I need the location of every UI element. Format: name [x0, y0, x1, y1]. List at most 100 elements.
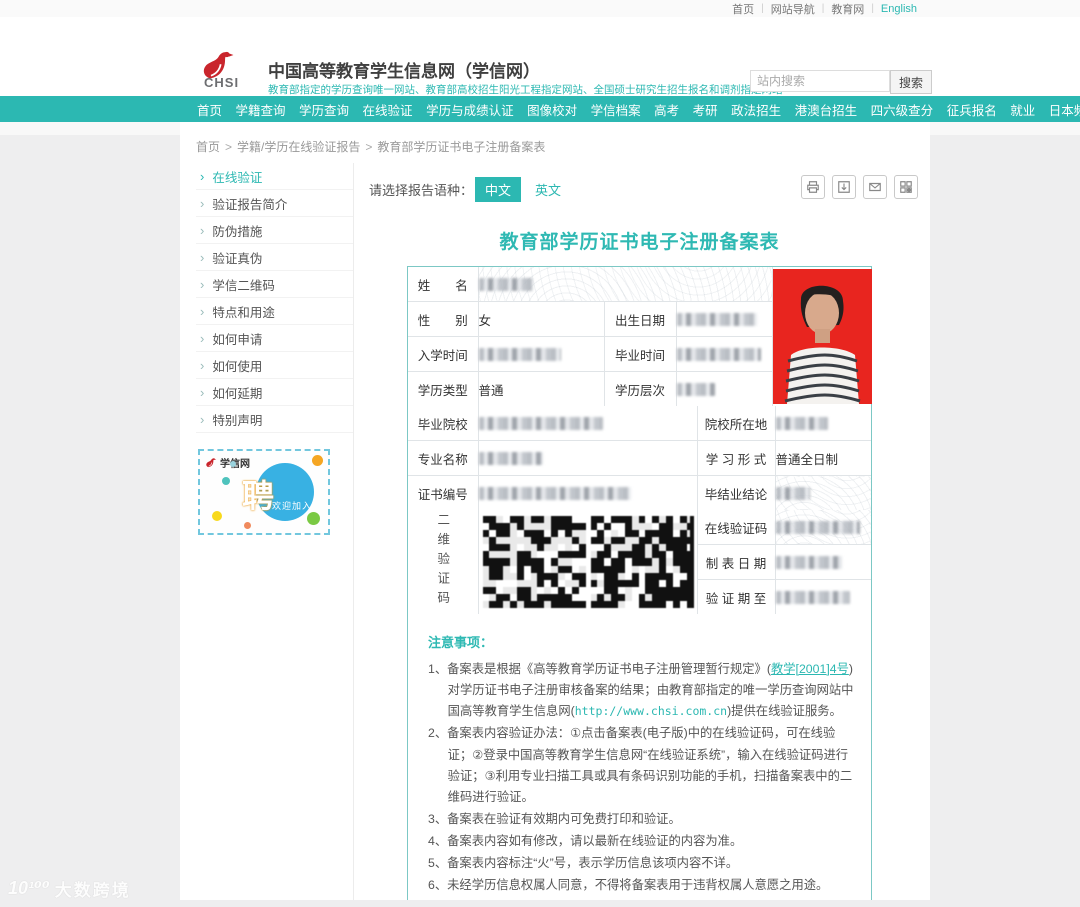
nav-item[interactable]: 考研 — [693, 100, 718, 119]
qr-module — [611, 537, 618, 545]
qr-module — [516, 551, 524, 559]
note-url[interactable]: http://www.chsi.com.cn — [575, 704, 727, 718]
nav-item[interactable]: 高考 — [654, 100, 679, 119]
topbar-link[interactable]: 首页 — [732, 1, 754, 17]
qr-module — [530, 551, 538, 559]
qr-module — [509, 558, 517, 566]
recruit-banner[interactable]: 学信网 聘 欢迎加入 — [198, 449, 330, 535]
nav-item[interactable]: 学信档案 — [591, 100, 641, 119]
sidebar-item[interactable]: › 如何申请 — [196, 325, 353, 352]
breadcrumb-item[interactable]: 学籍/学历在线验证报告 — [237, 140, 360, 154]
nav-item[interactable]: 在线验证 — [363, 100, 413, 119]
nav-item[interactable]: 就业 — [1010, 100, 1035, 119]
nav-item[interactable]: 政法招生 — [731, 100, 781, 119]
qr-module — [679, 544, 687, 552]
qr-module — [666, 565, 673, 573]
field-value-conclusion — [774, 475, 872, 511]
field-value-edu-type: 普通 — [477, 371, 605, 407]
qr-module — [638, 530, 646, 538]
lang-tab-english[interactable]: 英文 — [535, 180, 561, 199]
nav-item[interactable]: 图像校对 — [527, 100, 577, 119]
content-panel: 首页 > 学籍/学历在线验证报告 > 教育部学历证书电子注册备案表 › 在线验证 › 验证报告… — [180, 122, 930, 900]
qr-module — [624, 558, 632, 566]
search-input[interactable] — [750, 70, 890, 92]
qr-module — [509, 551, 517, 559]
sidebar-item[interactable]: › 如何使用 — [196, 352, 353, 379]
field-label-valid-until: 验 证 期 至 — [696, 579, 776, 615]
qr-module — [578, 544, 586, 552]
qr-module — [631, 593, 639, 601]
qr-module — [544, 600, 552, 608]
qr-module — [537, 579, 545, 587]
sidebar-item[interactable]: › 在线验证 — [196, 163, 353, 190]
note-link[interactable]: 教学[2001]4号 — [771, 662, 849, 676]
qr-module — [516, 579, 524, 587]
qr-module — [652, 530, 660, 538]
qr-module — [638, 537, 646, 545]
qr-module — [652, 600, 660, 608]
breadcrumb-item[interactable]: 首页 — [196, 140, 220, 154]
qr-module — [571, 579, 579, 587]
sidebar: › 在线验证 › 验证报告简介 › 防伪措施 › 验证真伪 › 学信二维码 › 特点和用途 › 如何申请 ›… — [180, 163, 354, 900]
qr-module — [571, 516, 579, 524]
qr-module — [645, 572, 653, 580]
qrcode-icon[interactable] — [894, 175, 918, 199]
note-item: 6、未经学历信息权属人同意，不得将备案表用于违背权属人意愿之用途。 — [428, 875, 855, 896]
qr-module — [516, 523, 524, 531]
qr-module — [617, 551, 625, 559]
site-header: CHSI 中国高等教育学生信息网（学信网） 教育部指定的学历查询唯一网站、教育部… — [0, 17, 1080, 96]
sidebar-item[interactable]: › 特别声明 — [196, 406, 353, 433]
qr-module — [659, 551, 667, 559]
nav-item[interactable]: 学历与成绩认证 — [426, 100, 514, 119]
lang-tab-chinese[interactable]: 中文 — [475, 176, 522, 202]
nav-item[interactable]: 四六级查分 — [871, 100, 934, 119]
nav-item[interactable]: 首页 — [197, 100, 222, 119]
topbar-link[interactable]: 教育网 — [831, 1, 864, 17]
qr-module — [604, 530, 612, 538]
sidebar-item[interactable]: › 学信二维码 — [196, 271, 353, 298]
nav-item[interactable]: 学历查询 — [299, 100, 349, 119]
note-text: 1、备案表是根据《高等教育学历证书电子注册管理暂行规定》( — [428, 662, 771, 676]
qr-module — [666, 530, 673, 538]
qr-module — [482, 572, 490, 580]
download-icon[interactable] — [832, 175, 856, 199]
qr-module — [482, 565, 490, 573]
sidebar-item[interactable]: › 如何延期 — [196, 379, 353, 406]
qr-module — [611, 565, 618, 573]
qr-module — [645, 516, 653, 524]
chevron-right-icon: › — [200, 303, 205, 319]
qr-module — [530, 565, 538, 573]
topbar-link[interactable]: 网站导航 — [771, 1, 815, 17]
qr-module — [489, 530, 497, 538]
qr-module — [679, 558, 687, 566]
qr-module — [604, 572, 612, 580]
nav-item[interactable]: 征兵报名 — [947, 100, 997, 119]
qr-module — [590, 572, 598, 580]
qr-module — [666, 544, 673, 552]
qr-module — [551, 544, 559, 552]
qr-module — [617, 516, 625, 524]
sidebar-item[interactable]: › 特点和用途 — [196, 298, 353, 325]
qr-module — [617, 537, 625, 545]
qr-module — [571, 530, 579, 538]
field-label-table-date: 制 表 日 期 — [696, 544, 776, 580]
sidebar-item[interactable]: › 验证真伪 — [196, 244, 353, 271]
search-button[interactable]: 搜索 — [890, 70, 932, 94]
email-icon[interactable] — [863, 175, 887, 199]
field-label-conclusion: 毕结业结论 — [696, 475, 776, 511]
sidebar-item-label: 验证报告简介 — [212, 197, 288, 212]
field-value-gender: 女 — [477, 301, 605, 337]
nav-item[interactable]: 日本频道 — [1049, 100, 1080, 119]
nav-item[interactable]: 港澳台招生 — [795, 100, 858, 119]
sidebar-item[interactable]: › 验证报告简介 — [196, 190, 353, 217]
qr-module — [558, 579, 565, 587]
watermark-logo: 10¹⁰⁰ — [8, 878, 50, 898]
qr-module — [652, 523, 660, 531]
qr-module — [544, 565, 552, 573]
nav-item[interactable]: 学籍查询 — [236, 100, 286, 119]
qr-module — [537, 544, 545, 552]
print-icon[interactable] — [801, 175, 825, 199]
sidebar-item[interactable]: › 防伪措施 — [196, 217, 353, 244]
qr-module — [503, 537, 510, 545]
topbar-link[interactable]: English — [881, 3, 917, 15]
